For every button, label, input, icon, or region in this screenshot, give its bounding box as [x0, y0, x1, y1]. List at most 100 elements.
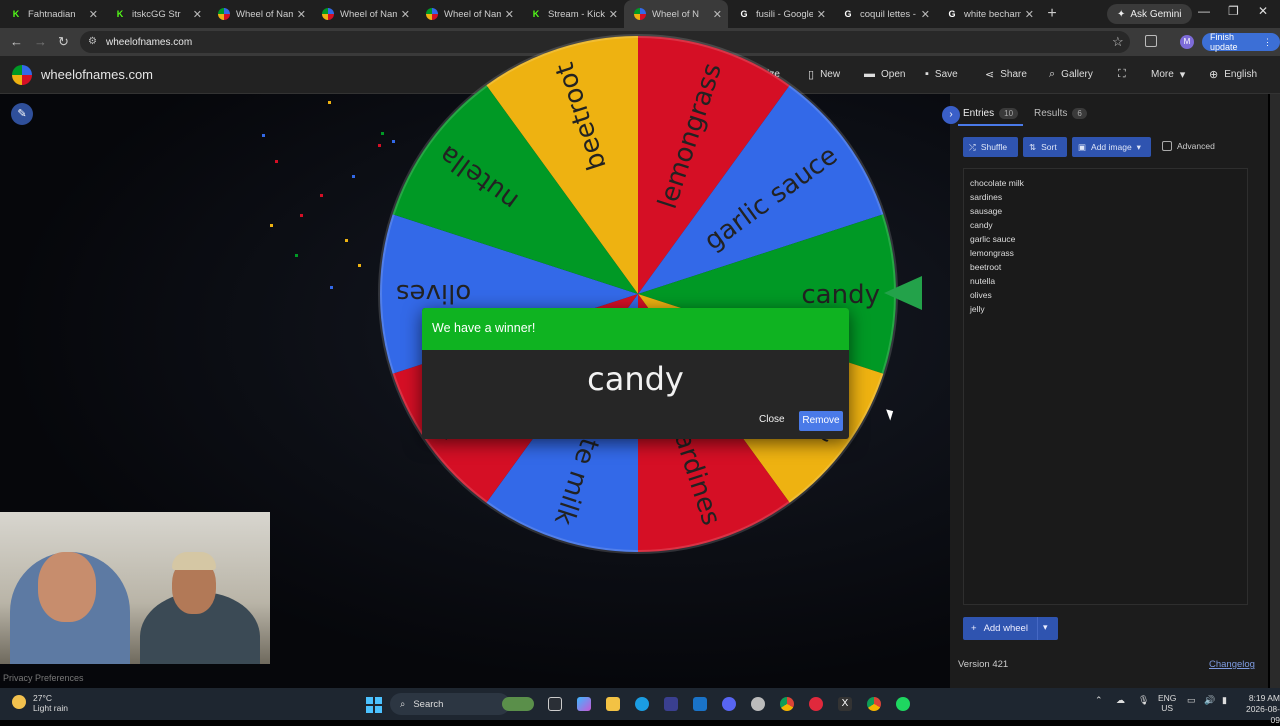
remove-button[interactable]: Remove: [799, 411, 843, 431]
browser-tab[interactable]: Wheel of N ✕: [624, 0, 728, 28]
confetti-piece: [352, 175, 355, 178]
tab-close-icon[interactable]: ✕: [505, 8, 514, 21]
collapse-panel-icon[interactable]: ›: [942, 106, 960, 124]
browser-tab[interactable]: KitskcGG Str ✕: [104, 0, 208, 28]
copilot-icon[interactable]: [577, 697, 591, 711]
store-icon[interactable]: [664, 697, 678, 711]
tab-favicon-icon: K: [116, 9, 124, 19]
profile-avatar[interactable]: M: [1180, 35, 1194, 49]
finish-update-button[interactable]: Finish update ⋮: [1202, 32, 1280, 52]
taskbar-search[interactable]: ⌕ Search: [390, 693, 510, 715]
tray-overflow-icon[interactable]: ⌃: [1095, 695, 1103, 706]
privacy-preferences-link[interactable]: Privacy Preferences: [3, 673, 84, 683]
maximize-icon[interactable]: ❐: [1228, 4, 1239, 18]
site-logo-icon[interactable]: [12, 65, 32, 85]
browser-tab[interactable]: Gcoquil lettes - G ✕: [832, 0, 936, 28]
tab-close-icon[interactable]: ✕: [297, 8, 306, 21]
microphone-icon[interactable]: 🎙: [1138, 695, 1149, 706]
browser-tab[interactable]: Wheel of Name ✕: [312, 0, 416, 28]
wifi-icon[interactable]: ▭: [1187, 695, 1196, 706]
discord-icon[interactable]: [722, 697, 736, 711]
battery-icon[interactable]: ▮: [1222, 695, 1227, 706]
menu-share[interactable]: ⋖ Share: [985, 68, 1027, 81]
system-clock[interactable]: 8:19 AM 2026-08-09: [1238, 693, 1280, 726]
bookmark-star-icon[interactable]: ☆: [1112, 34, 1124, 50]
browser-tab[interactable]: K Stream - Kick D ✕: [520, 0, 624, 28]
volume-icon[interactable]: 🔊: [1204, 695, 1215, 706]
entry-line: jelly: [970, 304, 985, 314]
capcut-icon[interactable]: X: [838, 697, 852, 711]
shuffle-button[interactable]: ⤮ Shuffle: [963, 137, 1018, 157]
changelog-link[interactable]: Changelog: [1209, 659, 1255, 670]
opera-icon[interactable]: [809, 697, 823, 711]
ask-gemini-button[interactable]: ✦ Ask Gemini: [1107, 4, 1192, 24]
forward-icon[interactable]: →: [34, 34, 47, 49]
minimize-icon[interactable]: —: [1198, 4, 1210, 18]
spotify-icon[interactable]: [896, 697, 910, 711]
language-indicator[interactable]: ENG US: [1158, 693, 1176, 713]
start-menu-icon[interactable]: [366, 697, 382, 713]
sort-button[interactable]: ⇅ Sort: [1023, 137, 1067, 157]
edit-pencil-icon[interactable]: ✎: [11, 103, 33, 125]
close-button[interactable]: Close: [753, 412, 791, 427]
browser-tab[interactable]: Gfusili - Google ✕: [728, 0, 832, 28]
version-label: Version 421: [958, 659, 1009, 670]
browser-tab[interactable]: Wheel of Name ✕: [416, 0, 520, 28]
menu-fullscreen[interactable]: ⛶: [1118, 68, 1132, 81]
browser-tab[interactable]: Gwhite becham ✕: [936, 0, 1040, 28]
menu-gallery[interactable]: ⌕ Gallery: [1049, 68, 1093, 81]
tab-title: Stream - Kick D: [548, 8, 605, 20]
tab-favicon-icon: [218, 8, 230, 20]
wheel[interactable]: beetrootlemongrassgarlic saucecandysausa…: [376, 32, 900, 556]
entries-textarea[interactable]: chocolate milk sardines sausage candy garlic…: [963, 168, 1248, 605]
chrome-icon[interactable]: [780, 697, 794, 711]
close-window-icon[interactable]: ✕: [1258, 4, 1268, 18]
chevron-down-icon[interactable]: ▾: [1043, 622, 1048, 633]
outlook-icon[interactable]: [693, 697, 707, 711]
browser-tab[interactable]: Wheel of Name ✕: [208, 0, 312, 28]
file-explorer-icon[interactable]: [606, 697, 620, 711]
tab-results[interactable]: Results 6: [1034, 108, 1087, 119]
page-scrollbar[interactable]: [1270, 94, 1280, 688]
tab-close-icon[interactable]: ✕: [609, 8, 618, 21]
widget-thumbnail-icon[interactable]: [502, 697, 534, 711]
site-name[interactable]: wheelofnames.com: [41, 67, 153, 82]
new-tab-button[interactable]: +: [1040, 5, 1064, 23]
menu-english[interactable]: ⊕ English: [1209, 68, 1257, 81]
browser-tab[interactable]: K Fahtnadian ✕: [0, 0, 104, 28]
back-icon[interactable]: ←: [10, 34, 23, 49]
tab-title: coquil lettes - G: [860, 8, 917, 20]
dialog-title: We have a winner!: [422, 308, 849, 350]
menu-label: More: [1151, 69, 1174, 80]
tab-close-icon[interactable]: ✕: [1025, 8, 1034, 21]
edge-icon[interactable]: [635, 697, 649, 711]
tab-close-icon[interactable]: ✕: [713, 8, 722, 21]
settings-icon[interactable]: [751, 697, 765, 711]
tab-close-icon[interactable]: ✕: [89, 8, 98, 21]
url-text: wheelofnames.com: [106, 36, 193, 48]
confetti-piece: [358, 264, 361, 267]
chrome-profile-icon[interactable]: [867, 697, 881, 711]
tab-close-icon[interactable]: ✕: [401, 8, 410, 21]
region-code: US: [1161, 703, 1174, 713]
add-wheel-button[interactable]: + Add wheel ▾: [963, 617, 1058, 640]
reload-icon[interactable]: ↻: [58, 34, 69, 50]
add-wheel-label: Add wheel: [983, 623, 1028, 634]
add-image-button[interactable]: ▣ Add image ▾: [1072, 137, 1151, 157]
tab-close-icon[interactable]: ✕: [193, 8, 202, 21]
task-view-icon[interactable]: [548, 697, 562, 711]
weather-widget[interactable]: 27°C Light rain: [12, 693, 68, 713]
tab-favicon-icon: K: [532, 9, 540, 19]
advanced-checkbox[interactable]: [1162, 141, 1172, 151]
tab-entries[interactable]: Entries 10: [963, 108, 1019, 119]
tab-title: Wheel of Name: [444, 8, 501, 20]
tab-close-icon[interactable]: ✕: [921, 8, 930, 21]
network-app-icon[interactable]: ☁: [1116, 695, 1125, 706]
tab-close-icon[interactable]: ✕: [817, 8, 826, 21]
site-info-icon[interactable]: ⚙: [88, 36, 97, 47]
menu-more[interactable]: More ▾: [1151, 68, 1185, 81]
extensions-icon[interactable]: [1145, 35, 1157, 47]
tab-favicon-icon: [426, 8, 438, 20]
menu-save[interactable]: ▪ Save: [925, 68, 958, 80]
tab-title: Wheel of Name: [236, 8, 293, 20]
